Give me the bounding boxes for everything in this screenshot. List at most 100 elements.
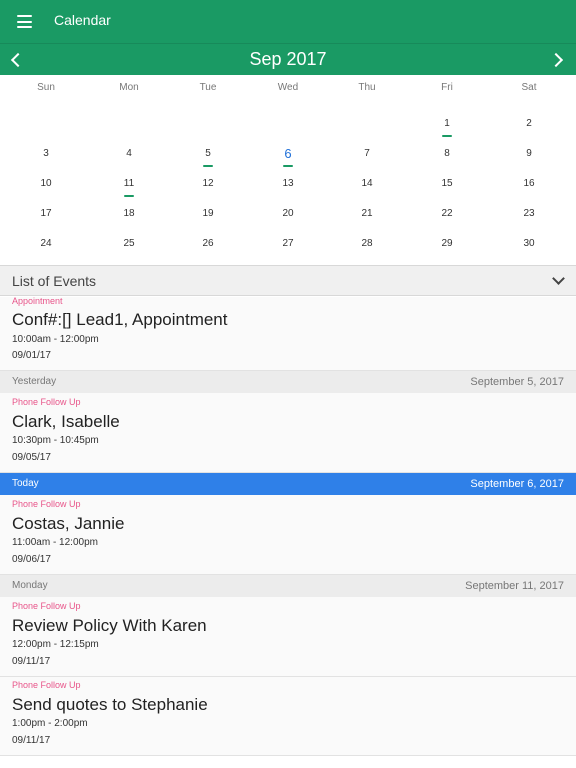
app-bar: Calendar bbox=[0, 0, 576, 43]
event-type: Phone Follow Up bbox=[12, 601, 81, 611]
weekday-label: Fri bbox=[441, 82, 453, 93]
calendar-day[interactable]: 26 bbox=[188, 238, 228, 249]
calendar-day[interactable]: 2 bbox=[509, 118, 549, 129]
event-item[interactable]: Phone Follow Up Costas, Jannie 11:00am -… bbox=[0, 495, 576, 575]
section-date: September 6, 2017 bbox=[470, 478, 564, 490]
calendar-day-number: 10 bbox=[40, 178, 52, 189]
calendar-day-number: 6 bbox=[284, 146, 292, 161]
event-item[interactable]: Phone Follow Up Review Policy With Karen… bbox=[0, 597, 576, 677]
event-indicator bbox=[124, 195, 134, 197]
calendar-day[interactable]: 27 bbox=[268, 238, 308, 249]
event-title: Review Policy With Karen bbox=[12, 616, 207, 635]
calendar-day[interactable]: 8 bbox=[427, 148, 467, 159]
section-label: Monday bbox=[12, 580, 48, 591]
calendar-day[interactable]: 22 bbox=[427, 208, 467, 219]
calendar-day[interactable]: 10 bbox=[26, 178, 66, 189]
calendar-day-number: 4 bbox=[126, 148, 132, 159]
events-list-header[interactable]: List of Events bbox=[0, 265, 576, 296]
calendar-day[interactable]: 19 bbox=[188, 208, 228, 219]
chevron-down-icon[interactable] bbox=[552, 272, 565, 285]
calendar-day-number: 13 bbox=[282, 178, 294, 189]
weekday-label: Thu bbox=[358, 82, 376, 93]
calendar-day-number: 24 bbox=[40, 238, 52, 249]
event-date: 09/05/17 bbox=[12, 452, 51, 463]
calendar-day[interactable]: 6 bbox=[268, 146, 308, 167]
event-title: Conf#:[] Lead1, Appointment bbox=[12, 310, 228, 329]
calendar-day-number: 26 bbox=[202, 238, 214, 249]
calendar-day-number: 28 bbox=[361, 238, 373, 249]
calendar-day-number: 30 bbox=[523, 238, 535, 249]
event-type: Appointment bbox=[12, 296, 63, 306]
app-title: Calendar bbox=[54, 12, 111, 28]
calendar-day[interactable]: 11 bbox=[109, 178, 149, 197]
calendar-day-number: 17 bbox=[40, 208, 52, 219]
event-date: 09/06/17 bbox=[12, 554, 51, 565]
calendar-day[interactable]: 25 bbox=[109, 238, 149, 249]
calendar-day-number: 20 bbox=[282, 208, 294, 219]
calendar-day-number: 2 bbox=[526, 118, 532, 129]
calendar-day[interactable]: 12 bbox=[188, 178, 228, 189]
calendar-day[interactable]: 4 bbox=[109, 148, 149, 159]
event-time: 12:00pm - 12:15pm bbox=[12, 639, 99, 650]
section-label: Today bbox=[12, 478, 39, 489]
calendar-day-number: 22 bbox=[441, 208, 453, 219]
calendar-day[interactable]: 14 bbox=[347, 178, 387, 189]
calendar-day[interactable]: 5 bbox=[188, 148, 228, 167]
event-time: 11:00am - 12:00pm bbox=[12, 537, 98, 548]
calendar-day[interactable]: 13 bbox=[268, 178, 308, 189]
calendar-day-number: 11 bbox=[123, 178, 135, 189]
section-header-monday: Monday September 11, 2017 bbox=[0, 575, 576, 597]
event-type: Phone Follow Up bbox=[12, 397, 81, 407]
event-date: 09/11/17 bbox=[12, 735, 51, 746]
calendar-day[interactable]: 1 bbox=[427, 118, 467, 137]
calendar-day[interactable]: 24 bbox=[26, 238, 66, 249]
calendar-day[interactable]: 29 bbox=[427, 238, 467, 249]
event-indicator bbox=[203, 165, 213, 167]
events-list-title: List of Events bbox=[12, 273, 97, 289]
calendar-day-number: 7 bbox=[364, 148, 370, 159]
calendar-day[interactable]: 18 bbox=[109, 208, 149, 219]
menu-icon[interactable] bbox=[17, 15, 32, 28]
calendar-day[interactable]: 20 bbox=[268, 208, 308, 219]
calendar-day[interactable]: 7 bbox=[347, 148, 387, 159]
calendar-day[interactable]: 23 bbox=[509, 208, 549, 219]
calendar-day-number: 12 bbox=[202, 178, 214, 189]
event-time: 1:00pm - 2:00pm bbox=[12, 718, 88, 729]
event-item[interactable]: Appointment Conf#:[] Lead1, Appointment … bbox=[0, 296, 576, 371]
calendar-day-number: 23 bbox=[523, 208, 535, 219]
calendar-day-number: 1 bbox=[444, 118, 450, 129]
calendar-day[interactable]: 21 bbox=[347, 208, 387, 219]
month-navigation: Sep 2017 bbox=[0, 43, 576, 75]
event-title: Costas, Jannie bbox=[12, 514, 125, 533]
event-item[interactable]: Phone Follow Up Clark, Isabelle 10:30pm … bbox=[0, 393, 576, 473]
event-date: 09/11/17 bbox=[12, 656, 51, 667]
section-label: Yesterday bbox=[12, 376, 57, 387]
weekday-label: Wed bbox=[277, 82, 299, 93]
month-title: Sep 2017 bbox=[249, 49, 327, 69]
calendar-day-number: 21 bbox=[361, 208, 373, 219]
calendar-day-number: 29 bbox=[441, 238, 453, 249]
calendar-day-number: 3 bbox=[43, 148, 49, 159]
calendar-day[interactable]: 9 bbox=[509, 148, 549, 159]
weekday-header: Sun Mon Tue Wed Thu Fri Sat bbox=[0, 82, 576, 98]
calendar-day[interactable]: 28 bbox=[347, 238, 387, 249]
calendar-day[interactable]: 15 bbox=[427, 178, 467, 189]
calendar-day-number: 19 bbox=[202, 208, 214, 219]
event-title: Send quotes to Stephanie bbox=[12, 695, 208, 714]
calendar-day-number: 14 bbox=[361, 178, 373, 189]
calendar-day-number: 9 bbox=[526, 148, 532, 159]
calendar-day-number: 27 bbox=[282, 238, 294, 249]
calendar-day-number: 25 bbox=[123, 238, 135, 249]
event-item[interactable]: Phone Follow Up Send quotes to Stephanie… bbox=[0, 677, 576, 756]
weekday-label: Tue bbox=[199, 82, 217, 93]
weekday-label: Sat bbox=[521, 82, 537, 93]
event-time: 10:30pm - 10:45pm bbox=[12, 435, 99, 446]
calendar-day[interactable]: 17 bbox=[26, 208, 66, 219]
calendar-day[interactable]: 16 bbox=[509, 178, 549, 189]
calendar-day[interactable]: 30 bbox=[509, 238, 549, 249]
calendar-day[interactable]: 3 bbox=[26, 148, 66, 159]
section-header-today: Today September 6, 2017 bbox=[0, 473, 576, 495]
section-date: September 11, 2017 bbox=[465, 580, 564, 592]
calendar-day-number: 5 bbox=[205, 148, 211, 159]
weekday-label: Sun bbox=[37, 82, 55, 93]
